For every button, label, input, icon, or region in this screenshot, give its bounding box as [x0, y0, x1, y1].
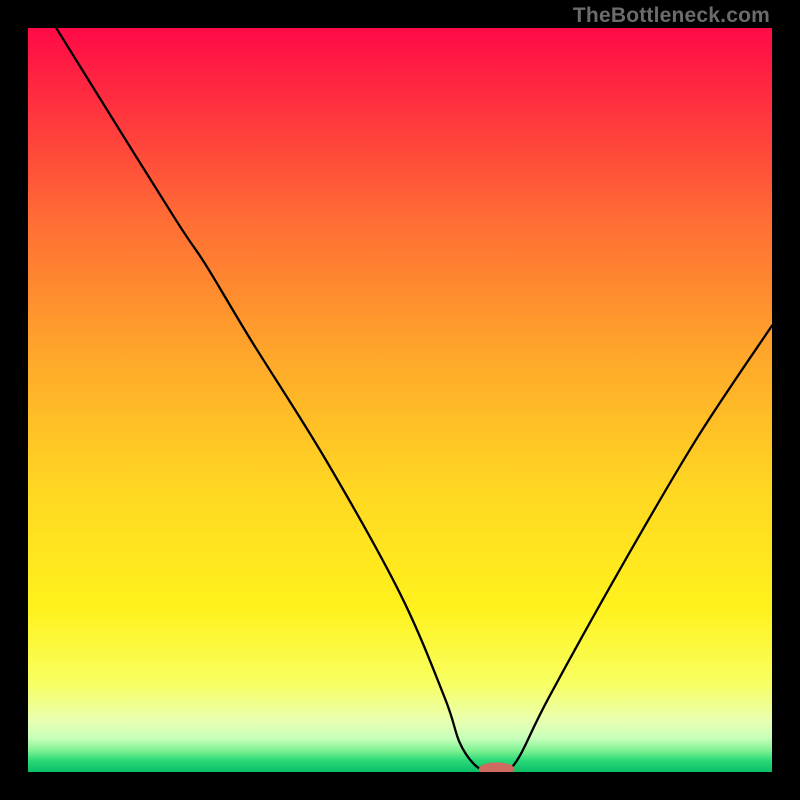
plot-area: [28, 28, 772, 772]
gradient-background: [28, 28, 772, 772]
chart-svg: [28, 28, 772, 772]
watermark-text: TheBottleneck.com: [573, 4, 770, 28]
chart-container: TheBottleneck.com: [0, 0, 800, 800]
